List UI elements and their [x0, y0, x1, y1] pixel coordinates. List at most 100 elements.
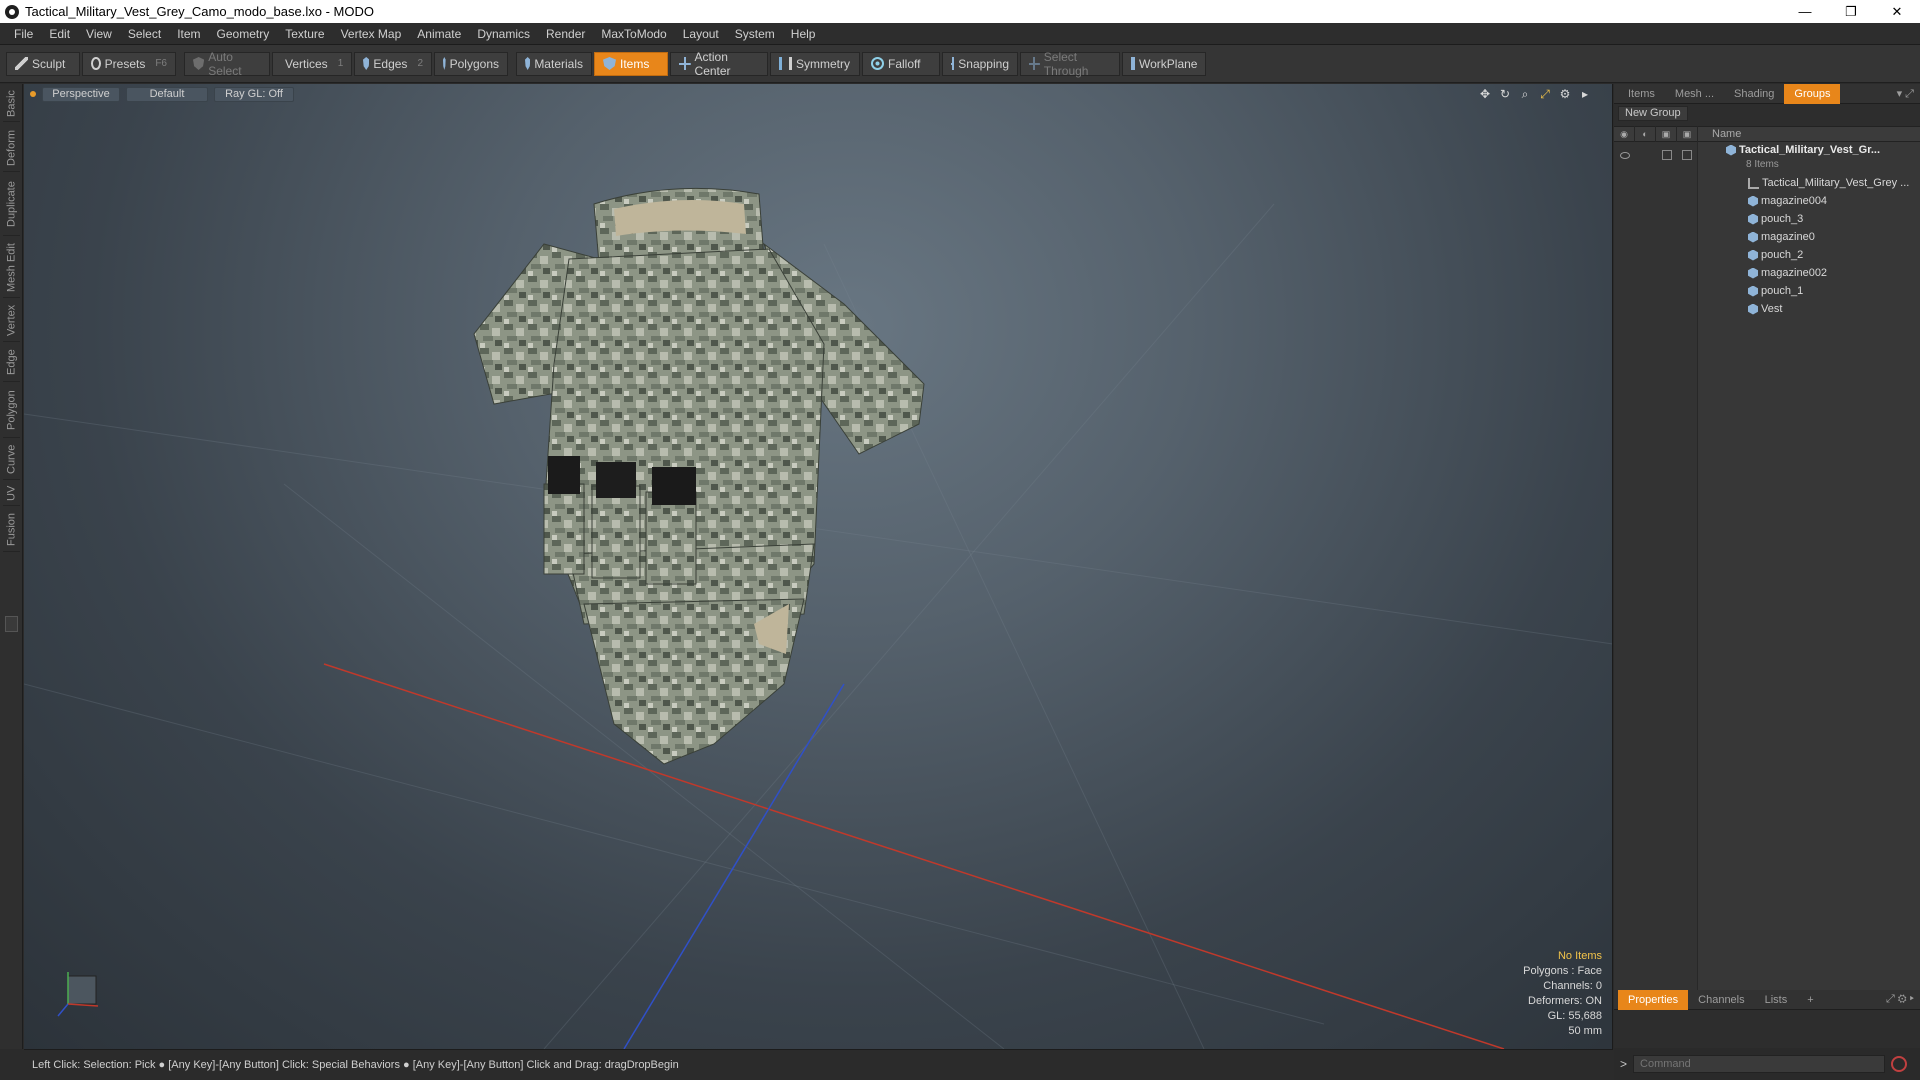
workplane-label: WorkPlane	[1139, 56, 1198, 71]
root-group-count: 8 Items	[1746, 159, 1779, 170]
rotate-icon[interactable]: ↻	[1498, 87, 1512, 101]
new-group-button[interactable]: New Group	[1618, 105, 1688, 121]
tactical-vest-model[interactable]	[473, 187, 925, 765]
symmetry-button[interactable]: Symmetry	[770, 51, 860, 76]
tab-polygon[interactable]: Polygon	[3, 384, 20, 438]
tab-shading[interactable]: Shading	[1724, 84, 1784, 104]
menu-dynamics[interactable]: Dynamics	[469, 23, 538, 45]
eye-icon[interactable]	[1620, 152, 1630, 159]
select-through-icon	[1029, 57, 1040, 70]
materials-label: Materials	[534, 56, 583, 71]
select-checkbox[interactable]	[1682, 150, 1692, 160]
shading-dropdown[interactable]: Default	[126, 86, 208, 102]
tree-row-locator[interactable]: Tactical_Military_Vest_Grey ...	[1614, 174, 1920, 192]
tab-vertex[interactable]: Vertex	[3, 300, 20, 342]
presets-button[interactable]: Presets F6	[82, 51, 176, 76]
add-tab-button[interactable]: +	[1797, 990, 1823, 1010]
menu-item[interactable]: Item	[169, 23, 208, 45]
mesh-icon	[1748, 267, 1758, 279]
render-column-icon[interactable]: ◐	[1635, 126, 1656, 142]
tab-expand-handle[interactable]	[5, 616, 18, 632]
3d-viewport[interactable]: Perspective Default Ray GL: Off ✥ ↻ ⌕ ⤢ …	[24, 84, 1613, 1049]
tab-mesh[interactable]: Mesh ...	[1665, 84, 1724, 104]
panel-settings-icon[interactable]: ⤢ ⚙ ▸	[1886, 993, 1914, 1006]
menu-view[interactable]: View	[78, 23, 120, 45]
vertices-button[interactable]: Vertices 1	[272, 51, 352, 76]
sculpt-button[interactable]: Sculpt	[6, 51, 80, 76]
tab-lists[interactable]: Lists	[1755, 990, 1798, 1010]
menu-geometry[interactable]: Geometry	[209, 23, 278, 45]
restore-button[interactable]: ❐	[1828, 0, 1874, 23]
menu-system[interactable]: System	[727, 23, 783, 45]
tab-curve[interactable]: Curve	[3, 440, 20, 480]
raygl-dropdown[interactable]: Ray GL: Off	[214, 86, 294, 102]
tab-fusion[interactable]: Fusion	[3, 508, 20, 552]
menu-select[interactable]: Select	[120, 23, 169, 45]
presets-label: Presets	[104, 56, 146, 71]
tree-row-root-group[interactable]: Tactical_Military_Vest_Gr... 8 Items	[1614, 142, 1920, 174]
viewport-status-dot	[30, 91, 36, 97]
tree-row-pouch-1[interactable]: pouch_1	[1614, 282, 1920, 300]
name-column-header[interactable]: Name	[1698, 128, 1741, 140]
tab-items[interactable]: Items	[1618, 84, 1665, 104]
tab-deform[interactable]: Deform	[3, 124, 20, 172]
workplane-button[interactable]: WorkPlane	[1122, 51, 1206, 76]
tab-groups[interactable]: Groups	[1784, 83, 1841, 104]
window-title: Tactical_Military_Vest_Grey_Camo_modo_ba…	[25, 4, 374, 19]
menu-vertex-map[interactable]: Vertex Map	[333, 23, 410, 45]
symmetry-icon	[779, 57, 792, 70]
tree-row-magazine002[interactable]: magazine002	[1614, 264, 1920, 282]
tab-properties[interactable]: Properties	[1618, 989, 1689, 1010]
menu-render[interactable]: Render	[538, 23, 593, 45]
pan-icon[interactable]: ✥	[1478, 87, 1492, 101]
action-center-label: Action Center	[694, 49, 731, 78]
select-column-icon[interactable]: ▣	[1677, 126, 1698, 142]
lock-checkbox[interactable]	[1662, 150, 1672, 160]
minimize-button[interactable]: —	[1782, 0, 1828, 23]
action-center-button[interactable]: Action Center	[670, 49, 768, 78]
maximize-icon[interactable]: ⤢	[1538, 87, 1552, 101]
menu-file[interactable]: File	[6, 23, 41, 45]
close-button[interactable]: ✕	[1874, 0, 1920, 23]
tab-duplicate[interactable]: Duplicate	[3, 174, 20, 236]
tab-edge[interactable]: Edge	[3, 344, 20, 382]
polygons-button[interactable]: Polygons	[434, 51, 508, 76]
menu-animate[interactable]: Animate	[409, 23, 469, 45]
menu-help[interactable]: Help	[783, 23, 824, 45]
select-through-label: Select Through	[1043, 49, 1089, 78]
materials-button[interactable]: Materials	[516, 51, 592, 76]
tab-basic[interactable]: Basic	[3, 86, 20, 122]
chevron-right-icon[interactable]: ▸	[1578, 87, 1592, 101]
gear-icon[interactable]: ⚙	[1558, 87, 1572, 101]
tree-row-pouch-2[interactable]: pouch_2	[1614, 246, 1920, 264]
command-input[interactable]	[1633, 1055, 1886, 1073]
falloff-button[interactable]: Falloff	[862, 51, 940, 76]
tree-row-vest[interactable]: Vest	[1614, 300, 1920, 318]
visibility-column-icon[interactable]: ◉	[1614, 126, 1635, 142]
menu-maxtomodo[interactable]: MaxToModo	[593, 23, 674, 45]
menu-edit[interactable]: Edit	[41, 23, 78, 45]
select-through-button[interactable]: Select Through	[1020, 49, 1120, 78]
menu-layout[interactable]: Layout	[675, 23, 727, 45]
tree-row-pouch-3[interactable]: pouch_3	[1614, 210, 1920, 228]
tree-row-magazine004[interactable]: magazine004	[1614, 192, 1920, 210]
tab-mesh-edit[interactable]: Mesh Edit	[3, 238, 20, 298]
view-mode-dropdown[interactable]: Perspective	[42, 86, 120, 102]
zoom-icon[interactable]: ⌕	[1518, 87, 1532, 101]
menu-texture[interactable]: Texture	[277, 23, 332, 45]
falloff-icon	[871, 57, 884, 70]
viewport-info-overlay: No Items Polygons : Face Channels: 0 Def…	[1523, 949, 1602, 1039]
tree-item-label: Tactical_Military_Vest_Grey ...	[1762, 177, 1910, 189]
tab-channels[interactable]: Channels	[1688, 990, 1754, 1010]
snapping-button[interactable]: Snapping	[942, 51, 1018, 76]
items-button[interactable]: Items	[594, 51, 668, 76]
auto-select-button[interactable]: Auto Select	[184, 50, 270, 78]
mesh-icon	[1748, 303, 1758, 315]
lock-column-icon[interactable]: ▣	[1656, 126, 1677, 142]
panel-menu-icon[interactable]: ▾ ⤢	[1897, 87, 1914, 101]
stop-icon[interactable]	[1891, 1056, 1908, 1072]
edges-button[interactable]: Edges 2	[354, 51, 432, 76]
tree-row-magazine0[interactable]: magazine0	[1614, 228, 1920, 246]
tab-uv[interactable]: UV	[3, 482, 20, 506]
status-bar: Left Click: Selection: Pick ● [Any Key]-…	[24, 1049, 1613, 1080]
